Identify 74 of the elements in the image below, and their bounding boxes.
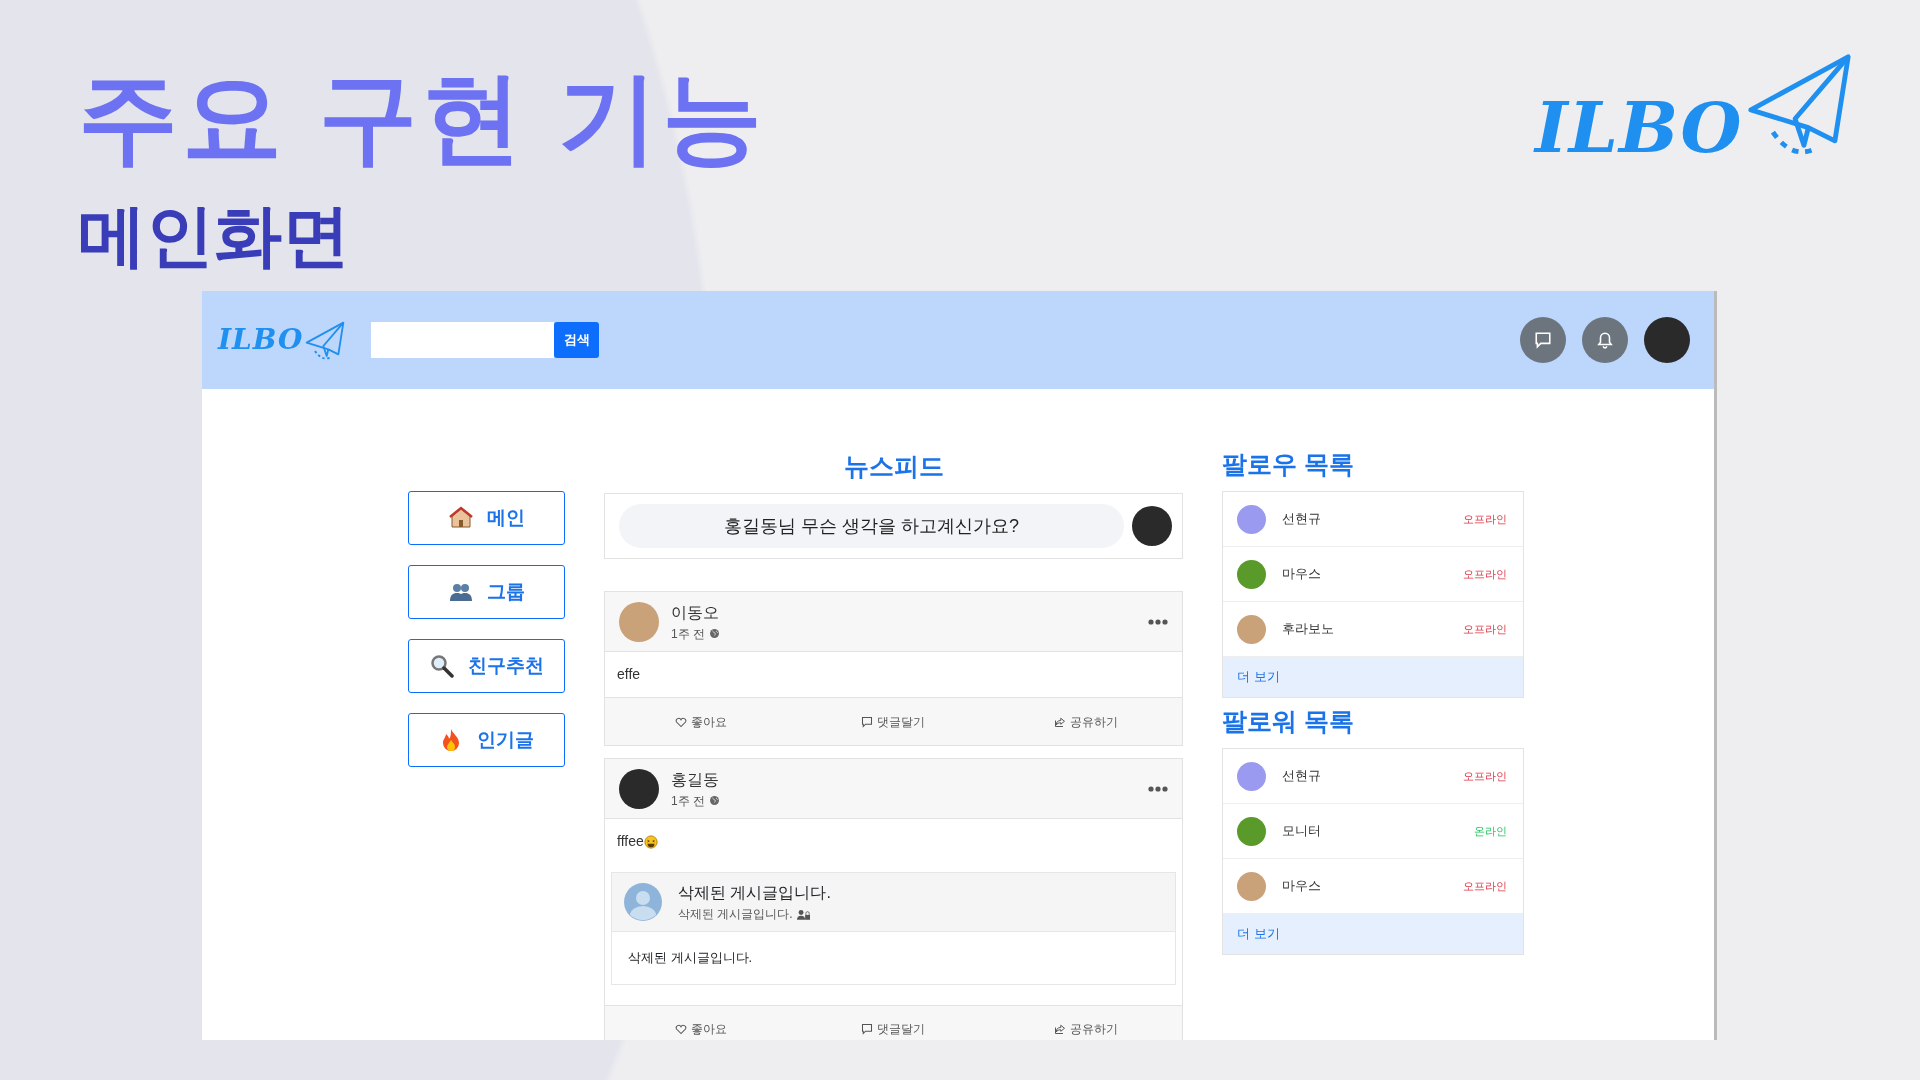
user-name[interactable]: 선현규 — [1282, 509, 1321, 529]
post-time: 1주 전 — [671, 625, 705, 643]
shared-post-title: 삭제된 게시글입니다. — [678, 883, 831, 903]
more-link[interactable]: 더 보기 — [1223, 914, 1523, 954]
author-avatar — [619, 601, 659, 642]
list-title: 팔로워 목록 — [1222, 706, 1355, 736]
user-avatar — [1237, 816, 1266, 846]
slide-title: 주요 구현 기능 — [78, 62, 766, 172]
post-time: 1주 전 — [671, 792, 705, 810]
laughing-face-icon — [643, 834, 658, 849]
more-link[interactable]: 더 보기 — [1223, 657, 1523, 697]
status-label: 온라인 — [1474, 823, 1507, 839]
chat-bubble-icon — [1534, 331, 1552, 349]
chat-button[interactable] — [1520, 317, 1566, 363]
user-avatar — [1237, 871, 1266, 901]
post-action-button[interactable]: 댓글달기 — [797, 698, 990, 745]
shared-post-text: 삭제된 게시글입니다. — [627, 949, 754, 967]
user-avatar — [1237, 559, 1266, 589]
user-avatar — [1132, 506, 1172, 546]
notification-button[interactable] — [1582, 317, 1628, 363]
user-avatar — [1237, 504, 1266, 534]
share-icon — [1053, 715, 1066, 728]
logo-text: ILBO — [218, 322, 304, 358]
user-name[interactable]: 후라보노 — [1282, 619, 1334, 639]
comment-icon — [861, 1023, 874, 1035]
list-title: 팔로우 목록 — [1222, 449, 1355, 479]
globe-icon — [709, 795, 720, 806]
post-input[interactable]: 홍길동님 무슨 생각을 하고계신가요? — [619, 504, 1124, 548]
post-text: effe — [617, 665, 641, 684]
profile-avatar[interactable] — [1644, 317, 1690, 363]
status-label: 오프라인 — [1463, 768, 1507, 784]
dots-icon — [1148, 618, 1168, 625]
sidebar-button[interactable]: 인기글 — [408, 713, 565, 767]
shared-post-subtitle: 삭제된 게시글입니다. — [678, 906, 793, 923]
post-action-button[interactable]: 좋아요 — [605, 698, 798, 745]
sidebar-button[interactable]: 메인 — [408, 491, 565, 545]
share-icon — [1053, 1023, 1066, 1035]
logo-text: ILBO — [1535, 93, 1743, 163]
sidebar-button[interactable]: 친구추천 — [408, 639, 565, 693]
author-name[interactable]: 이동오 — [671, 600, 720, 625]
heart-icon — [675, 715, 688, 728]
feed-title: 뉴스피드 — [842, 451, 945, 481]
heart-icon — [675, 1023, 688, 1035]
search-button[interactable]: 검색 — [554, 322, 600, 358]
status-label: 오프라인 — [1463, 511, 1507, 527]
author-avatar — [619, 768, 659, 809]
status-label: 오프라인 — [1463, 621, 1507, 637]
sidebar-button[interactable]: 그룹 — [408, 565, 565, 619]
post-action-button[interactable]: 댓글달기 — [797, 1005, 990, 1040]
house-icon — [448, 506, 473, 530]
status-label: 오프라인 — [1463, 566, 1507, 582]
user-name[interactable]: 마우스 — [1282, 876, 1321, 896]
slide-subtitle: 메인화면 — [78, 198, 350, 273]
post-action-button[interactable]: 공유하기 — [989, 1005, 1182, 1040]
bell-icon — [1596, 331, 1614, 349]
user-name[interactable]: 마우스 — [1282, 564, 1321, 584]
search-field[interactable] — [371, 322, 555, 358]
comment-icon — [861, 715, 874, 728]
post-text: fffee — [617, 832, 644, 851]
user-name[interactable]: 모니터 — [1282, 821, 1321, 841]
author-name[interactable]: 홍길동 — [671, 767, 720, 792]
user-name[interactable]: 선현규 — [1282, 766, 1321, 786]
globe-icon — [709, 628, 720, 639]
status-label: 오프라인 — [1463, 878, 1507, 894]
magnifier-icon — [429, 654, 454, 678]
user-silhouette-icon — [624, 883, 662, 921]
more-options-button[interactable] — [1148, 618, 1168, 625]
post-action-button[interactable]: 공유하기 — [989, 698, 1182, 745]
user-avatar — [1237, 761, 1266, 791]
more-options-button[interactable] — [1148, 785, 1168, 792]
user-lock-icon — [796, 908, 810, 920]
dots-icon — [1148, 785, 1168, 792]
user-avatar — [1237, 614, 1266, 644]
post-action-button[interactable]: 좋아요 — [605, 1005, 798, 1040]
